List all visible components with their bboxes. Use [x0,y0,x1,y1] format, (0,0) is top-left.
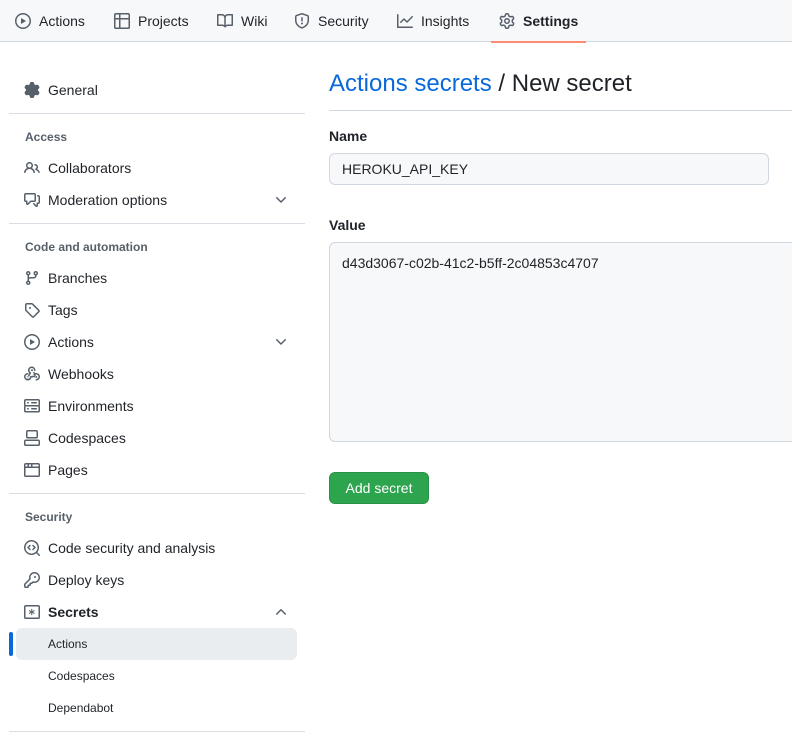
tab-security[interactable]: Security [294,0,369,42]
sidebar-item-label: Moderation options [48,192,168,208]
tab-label: Settings [523,13,579,29]
sidebar-item-label: Actions [48,334,94,350]
sidebar-item-label: Webhooks [48,366,114,382]
tag-icon [25,303,40,318]
tab-label: Security [318,13,369,29]
sidebar-item-codespaces[interactable]: Codespaces [16,422,297,454]
sidebar-item-label: Branches [48,270,108,286]
sidebar-item-secrets[interactable]: Secrets [16,596,297,628]
chevron-up-icon [276,609,286,615]
tab-label: Projects [138,13,189,29]
codescan-icon [24,540,40,556]
gear-icon [24,82,40,98]
play-icon [24,334,40,350]
sidebar-group-code-automation: Code and automation [25,240,148,254]
secret-name-input[interactable]: HEROKU_API_KEY [329,153,769,185]
book-icon [217,13,233,28]
sidebar-divider [9,493,305,494]
breadcrumb-current: New secret [511,70,632,97]
sidebar-item-webhooks[interactable]: Webhooks [16,358,297,390]
sidebar-item-label: General [48,82,98,98]
sidebar-item-label: Pages [48,462,88,478]
browser-icon [24,463,40,477]
sidebar-item-label: Environments [48,398,134,414]
sidebar-item-tags[interactable]: Tags [16,294,297,326]
sidebar-item-label: Codespaces [48,430,126,446]
sidebar-subitem-label: Actions [48,637,88,651]
people-icon [24,161,40,174]
sidebar-item-collaborators[interactable]: Collaborators [16,152,297,184]
shield-icon [295,13,309,29]
sidebar-item-deploy-keys[interactable]: Deploy keys [16,564,297,596]
sidebar-item-label: Secrets [48,604,99,620]
server-icon [24,399,40,413]
table-icon [114,13,130,29]
title-divider [329,110,792,111]
breadcrumb-actions-secrets-link[interactable]: Actions secrets [329,70,492,97]
branch-icon [25,271,38,286]
sidebar-subitem-label: Dependabot [48,701,114,715]
sidebar-item-moderation[interactable]: Moderation options [16,184,297,216]
asterisk-icon [24,605,40,619]
codespaces-icon [24,430,40,446]
sidebar-divider [9,223,305,224]
secret-value-textarea[interactable]: d43d3067-c02b-41c2-b5ff-2c04853c4707 [329,242,792,442]
sidebar-item-label: Tags [48,302,78,318]
sidebar-item-actions[interactable]: Actions [16,326,297,358]
sidebar-item-pages[interactable]: Pages [16,454,297,486]
page-title: Actions secrets / New secret [329,68,632,100]
sidebar-subitem-actions-secrets[interactable]: Actions [16,628,297,660]
webhook-icon [24,366,40,381]
tab-actions[interactable]: Actions [15,0,85,42]
sidebar-group-security: Security [25,510,73,524]
selected-indicator [9,632,13,656]
chevron-down-icon [276,339,286,345]
sidebar-item-general[interactable]: General [16,74,297,106]
tab-projects[interactable]: Projects [114,0,189,42]
sidebar-item-code-security[interactable]: Code security and analysis [16,532,297,564]
repo-nav: Actions Projects Wiki Security Insights … [0,0,792,43]
sidebar-subitem-codespaces-secrets[interactable]: Codespaces [16,660,297,692]
graph-icon [397,14,413,28]
sidebar-group-access: Access [25,130,68,144]
sidebar-item-label: Code security and analysis [48,540,216,556]
sidebar-item-branches[interactable]: Branches [16,262,297,294]
gear-icon [499,13,515,29]
tab-insights[interactable]: Insights [397,0,469,42]
tab-label: Actions [39,13,85,29]
name-label: Name [329,128,368,144]
tab-label: Wiki [241,13,268,29]
sidebar-item-environments[interactable]: Environments [16,390,297,422]
breadcrumb-separator: / [491,70,512,97]
tab-label: Insights [421,13,470,29]
chevron-down-icon [276,197,286,203]
sidebar-divider [9,113,305,114]
sidebar-subitem-label: Codespaces [48,669,115,683]
tab-settings[interactable]: Settings [490,0,587,43]
tab-wiki[interactable]: Wiki [217,0,267,42]
sidebar-subitem-dependabot-secrets[interactable]: Dependabot [16,692,297,724]
play-icon [15,13,31,29]
value-label: Value [329,217,366,233]
key-icon [24,572,40,588]
add-secret-button[interactable]: Add secret [329,472,429,504]
comment-discussion-icon [24,193,40,207]
sidebar-item-label: Deploy keys [48,572,125,588]
sidebar-item-label: Collaborators [48,160,132,176]
